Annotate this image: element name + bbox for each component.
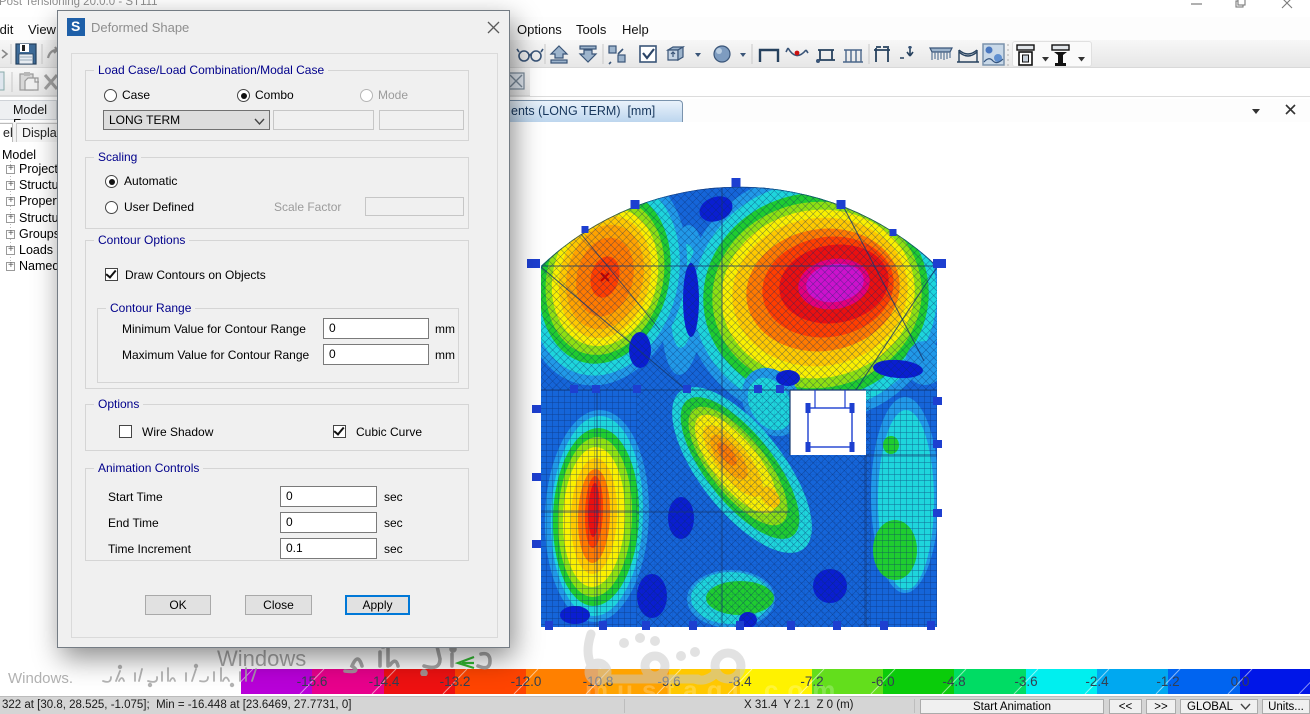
svg-text:Windows.: Windows. xyxy=(8,670,73,687)
